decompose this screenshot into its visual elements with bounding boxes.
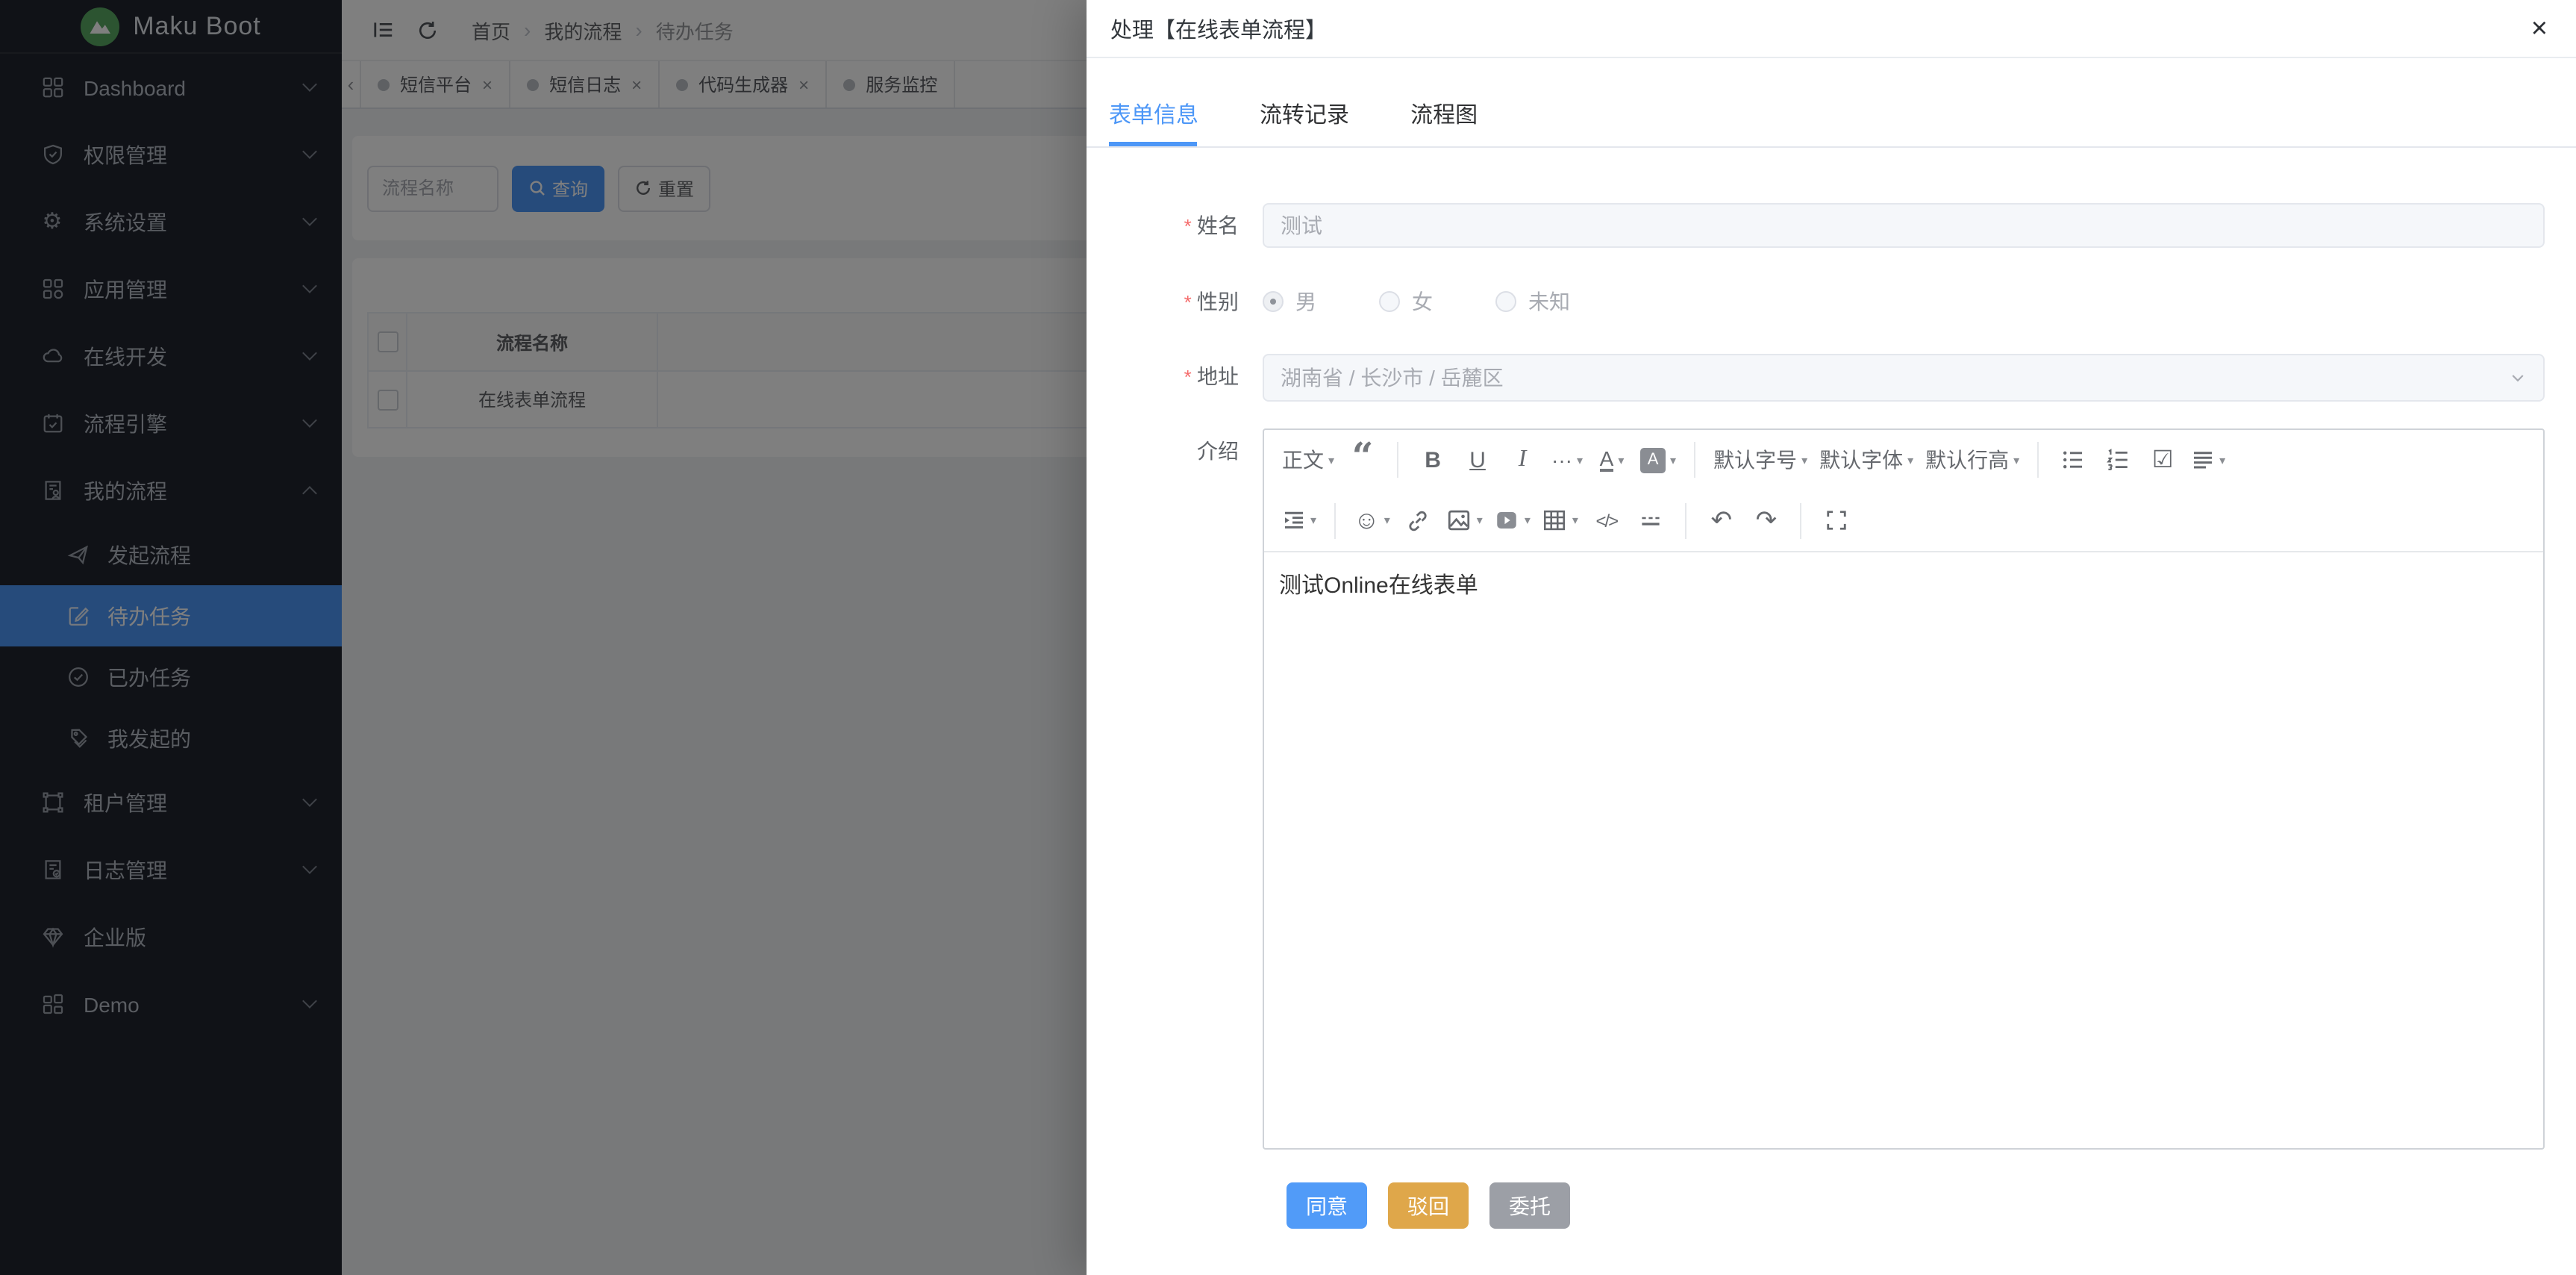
agree-button[interactable]: 同意: [1287, 1182, 1367, 1229]
bold-icon[interactable]: B: [1410, 439, 1455, 481]
toolbar-separator: [2037, 442, 2039, 478]
bullet-list-icon[interactable]: [2051, 439, 2095, 481]
todo-list-icon[interactable]: ☑: [2140, 439, 2185, 481]
table-dropdown[interactable]: ▾: [1536, 499, 1584, 541]
process-drawer: 处理【在线表单流程】 × 表单信息 流转记录 流程图 姓名 测试 性别: [1087, 0, 2576, 1275]
drawer-header: 处理【在线表单流程】 ×: [1087, 0, 2576, 58]
app-root: Maku Boot Dashboard 权限管理 ⚙ 系统设置 应用管理: [0, 0, 2576, 1275]
radio-dot-icon: [1263, 291, 1284, 312]
toolbar-separator: [1801, 502, 1802, 538]
paragraph-style-dropdown[interactable]: 正文▾: [1276, 439, 1340, 481]
toolbar-separator: [1694, 442, 1695, 478]
form-row-address: 地址 湖南省 / 长沙市 / 岳麓区: [1110, 354, 2545, 402]
ordered-list-icon[interactable]: [2095, 439, 2140, 481]
link-icon[interactable]: [1396, 499, 1441, 541]
reject-button[interactable]: 驳回: [1388, 1182, 1469, 1229]
drawer-actions: 同意 驳回 委托: [1287, 1182, 2545, 1229]
divider-icon[interactable]: [1629, 499, 1674, 541]
fullscreen-icon[interactable]: [1814, 499, 1859, 541]
delegate-button[interactable]: 委托: [1489, 1182, 1570, 1229]
close-icon[interactable]: ×: [2531, 14, 2548, 43]
radio-male[interactable]: 男: [1263, 287, 1316, 317]
tab-flow-diagram[interactable]: 流程图: [1410, 105, 1478, 127]
redo-icon[interactable]: ↷: [1744, 499, 1789, 541]
form-row-name: 姓名 测试: [1110, 203, 2545, 249]
toolbar-separator: [1397, 442, 1398, 478]
radio-dot-icon: [1379, 291, 1400, 312]
active-tab-underline: [1109, 142, 1197, 146]
name-label: 姓名: [1110, 203, 1263, 249]
blockquote-icon[interactable]: “: [1340, 439, 1385, 481]
toolbar-separator: [1334, 502, 1336, 538]
font-color-dropdown[interactable]: A▾: [1589, 439, 1634, 481]
address-cascader[interactable]: 湖南省 / 长沙市 / 岳麓区: [1263, 354, 2545, 402]
more-styles-dropdown[interactable]: ···▾: [1545, 439, 1589, 481]
font-size-dropdown[interactable]: 默认字号▾: [1707, 439, 1813, 481]
form-row-gender: 性别 男 女 未知: [1110, 279, 2545, 325]
emoji-dropdown[interactable]: ☺▾: [1348, 499, 1396, 541]
chevron-down-icon: [2509, 369, 2527, 387]
editor-content[interactable]: 测试Online在线表单: [1264, 551, 2543, 1148]
drawer-form: 姓名 测试 性别 男 女: [1087, 203, 2576, 1229]
image-dropdown[interactable]: ▾: [1441, 499, 1489, 541]
line-height-dropdown[interactable]: 默认行高▾: [1919, 439, 2025, 481]
tab-form-info[interactable]: 表单信息: [1109, 105, 1198, 127]
code-block-icon[interactable]: </>: [1584, 499, 1629, 541]
font-family-dropdown[interactable]: 默认字体▾: [1813, 439, 1919, 481]
italic-icon[interactable]: I: [1500, 439, 1545, 481]
editor-toolbar-row2: ▾ ☺▾ ▾ ▾ ▾ </> ↶ ↷: [1264, 490, 2543, 551]
form-row-intro: 介绍 正文▾ “ B U I ···▾ A▾ A▾ 默认字号▾ 默: [1110, 428, 2545, 1150]
radio-female[interactable]: 女: [1379, 287, 1433, 317]
name-field[interactable]: 测试: [1263, 203, 2545, 248]
toolbar-separator: [1686, 502, 1687, 538]
intro-label: 介绍: [1110, 428, 1263, 473]
gender-label: 性别: [1110, 279, 1263, 325]
radio-dot-icon: [1495, 291, 1516, 312]
address-label: 地址: [1110, 354, 1263, 400]
align-dropdown[interactable]: ▾: [2185, 439, 2231, 481]
drawer-tabs: 表单信息 流转记录 流程图: [1087, 58, 2576, 148]
drawer-title: 处理【在线表单流程】: [1110, 13, 1327, 44]
radio-unknown[interactable]: 未知: [1495, 287, 1570, 317]
rich-text-editor: 正文▾ “ B U I ···▾ A▾ A▾ 默认字号▾ 默认字体▾ 默认行高▾: [1263, 428, 2545, 1150]
undo-icon[interactable]: ↶: [1699, 499, 1744, 541]
indent-dropdown[interactable]: ▾: [1276, 499, 1322, 541]
editor-toolbar-row1: 正文▾ “ B U I ···▾ A▾ A▾ 默认字号▾ 默认字体▾ 默认行高▾: [1264, 430, 2543, 490]
highlight-color-dropdown[interactable]: A▾: [1634, 439, 1682, 481]
video-dropdown[interactable]: ▾: [1489, 499, 1536, 541]
tab-flow-records[interactable]: 流转记录: [1260, 105, 1349, 127]
gender-radio-group: 男 女 未知: [1263, 279, 2545, 324]
underline-icon[interactable]: U: [1455, 439, 1500, 481]
